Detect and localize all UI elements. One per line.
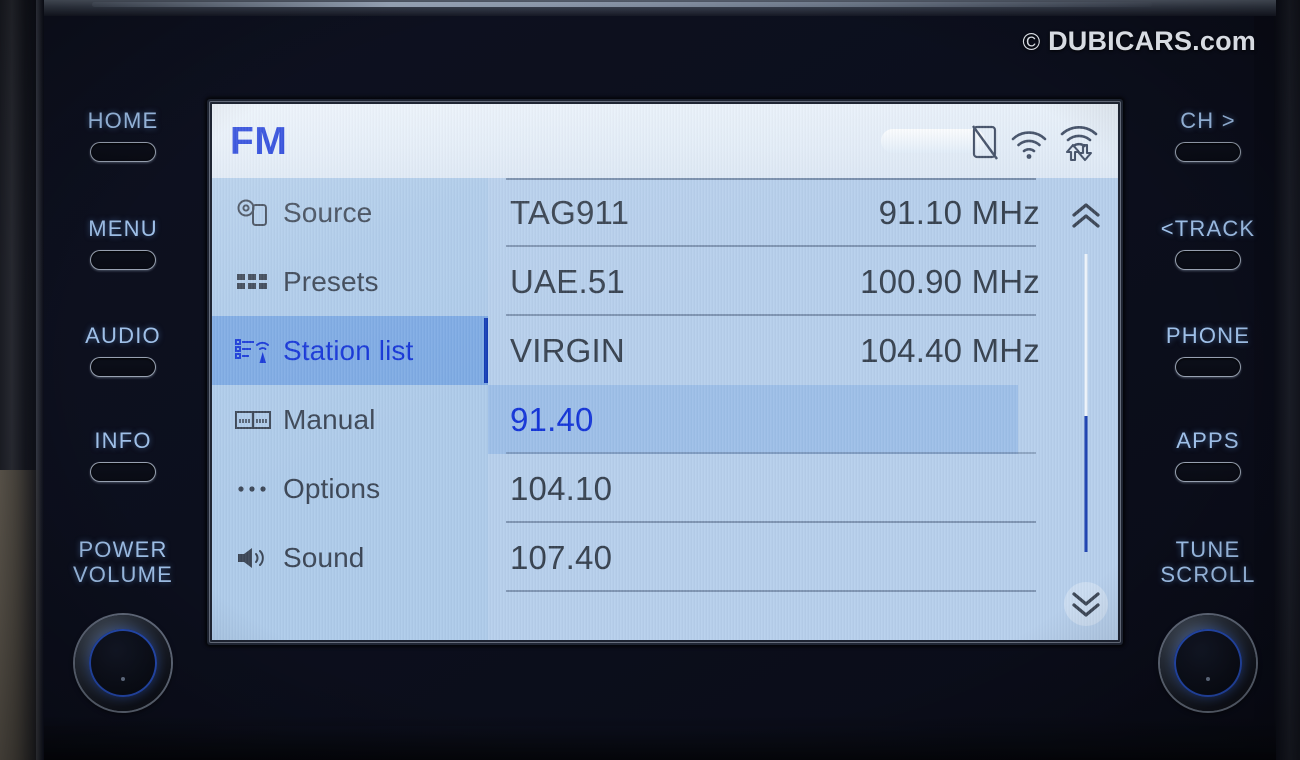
head-unit: © DUBICARS.com FM Source Presets Station… <box>0 0 1300 760</box>
sidebar-label-presets: Presets <box>283 265 379 297</box>
station-name: 107.40 <box>510 538 613 576</box>
sidebar-label-options: Options <box>283 472 381 504</box>
no-device-icon <box>970 122 1000 162</box>
station-frequency: 104.40 MHz <box>860 331 1040 369</box>
info-button-key[interactable] <box>90 462 156 482</box>
sidebar-label-sound: Sound <box>283 541 365 573</box>
home-button-label: HOME <box>87 108 159 133</box>
sidebar-item-options[interactable]: Options <box>212 454 488 523</box>
dash-trim-right <box>1274 0 1300 760</box>
screen-body: Source Presets Station list Manual Optio… <box>212 178 1118 640</box>
sidebar-item-presets[interactable]: Presets <box>212 247 488 316</box>
sidebar-menu: Source Presets Station list Manual Optio… <box>212 178 488 640</box>
power-volume-label-group: POWER VOLUME <box>58 537 188 587</box>
sidebar-label-station-list: Station list <box>283 334 414 366</box>
table-row[interactable]: 104.10 <box>488 454 1054 523</box>
sidebar-label-manual: Manual <box>283 403 376 435</box>
chevron-double-up-icon[interactable] <box>1064 194 1108 238</box>
power-volume-label-line1: POWER <box>78 537 168 562</box>
touchscreen[interactable]: FM Source Presets Station list Manual Op… <box>212 104 1118 640</box>
chevron-double-down-icon[interactable] <box>1064 582 1108 626</box>
channel-up-button-key[interactable] <box>1175 142 1241 162</box>
info-button-label: INFO <box>94 428 152 453</box>
presets-grid-icon <box>234 266 272 298</box>
wifi-signal-icon <box>1010 122 1048 162</box>
phone-button[interactable]: PHONE <box>1143 323 1273 377</box>
station-name: 91.40 <box>510 400 594 438</box>
status-icon-tray <box>970 120 1100 162</box>
track-back-button-key[interactable] <box>1175 250 1241 270</box>
station-name: 104.10 <box>510 469 613 507</box>
scrollbar-thumb[interactable] <box>1084 416 1088 552</box>
tune-scroll-label-group: TUNE SCROLL <box>1143 537 1273 587</box>
watermark-brand: DUBICARS.com <box>1048 26 1256 56</box>
power-volume-label-line2: VOLUME <box>72 562 174 587</box>
menu-button-key[interactable] <box>90 250 156 270</box>
table-row[interactable]: TAG911 91.10 MHz <box>488 178 1054 247</box>
screen-header: FM <box>212 104 1118 178</box>
page-title: FM <box>230 120 288 163</box>
options-dots-icon <box>234 473 272 505</box>
manual-tune-icon <box>234 404 272 436</box>
sidebar-label-source: Source <box>283 196 373 228</box>
apps-button-label: APPS <box>1176 428 1240 453</box>
watermark-copyright: © <box>1022 29 1041 56</box>
dash-trim-left-tan <box>0 470 40 760</box>
audio-button-key[interactable] <box>90 357 156 377</box>
sidebar-item-station-list[interactable]: Station list <box>212 316 488 385</box>
station-list: TAG911 91.10 MHz UAE.51 100.90 MHz VIRGI… <box>488 178 1118 640</box>
scrollbar[interactable] <box>1054 178 1118 640</box>
housing-bottom-shade <box>44 716 1276 760</box>
table-row-selected[interactable]: 91.40 <box>488 385 1036 454</box>
station-frequency: 91.10 MHz <box>878 193 1040 231</box>
menu-button[interactable]: MENU <box>58 216 188 270</box>
track-back-button-label: <TRACK <box>1160 216 1256 241</box>
housing-top-gloss <box>92 2 1152 7</box>
speaker-icon <box>234 542 272 574</box>
apps-button-key[interactable] <box>1175 462 1241 482</box>
sidebar-item-sound[interactable]: Sound <box>212 523 488 592</box>
watermark: © DUBICARS.com <box>1022 26 1256 57</box>
tune-scroll-label-line2: SCROLL <box>1160 562 1256 587</box>
tune-scroll-label-line1: TUNE <box>1175 537 1241 562</box>
station-name: UAE.51 <box>510 262 625 300</box>
sidebar-item-manual[interactable]: Manual <box>212 385 488 454</box>
home-button[interactable]: HOME <box>58 108 188 162</box>
home-button-key[interactable] <box>90 142 156 162</box>
apps-button[interactable]: APPS <box>1143 428 1273 482</box>
track-back-button[interactable]: <TRACK <box>1143 216 1273 270</box>
phone-button-label: PHONE <box>1165 323 1251 348</box>
source-icon <box>234 197 272 229</box>
power-volume-knob[interactable] <box>75 615 171 711</box>
channel-up-button[interactable]: CH > <box>1143 108 1273 162</box>
station-name: VIRGIN <box>510 331 625 369</box>
table-row[interactable]: VIRGIN 104.40 MHz <box>488 316 1054 385</box>
housing-top-edge <box>44 0 1276 16</box>
info-button[interactable]: INFO <box>58 428 188 482</box>
tune-scroll-knob[interactable] <box>1160 615 1256 711</box>
channel-up-button-label: CH > <box>1180 108 1236 133</box>
sidebar-item-source[interactable]: Source <box>212 178 488 247</box>
table-row[interactable]: UAE.51 100.90 MHz <box>488 247 1054 316</box>
phone-button-key[interactable] <box>1175 357 1241 377</box>
station-list-icon <box>234 335 272 367</box>
tune-scroll-knob-dial[interactable] <box>1160 615 1256 711</box>
power-volume-knob-dial[interactable] <box>75 615 171 711</box>
menu-button-label: MENU <box>88 216 158 241</box>
wifi-data-transfer-icon <box>1058 122 1100 162</box>
scrollbar-track[interactable] <box>1084 254 1088 552</box>
station-name: TAG911 <box>510 193 630 231</box>
table-row[interactable]: 107.40 <box>488 523 1054 592</box>
audio-button-label: AUDIO <box>85 323 161 348</box>
station-frequency: 100.90 MHz <box>860 262 1040 300</box>
audio-button[interactable]: AUDIO <box>58 323 188 377</box>
